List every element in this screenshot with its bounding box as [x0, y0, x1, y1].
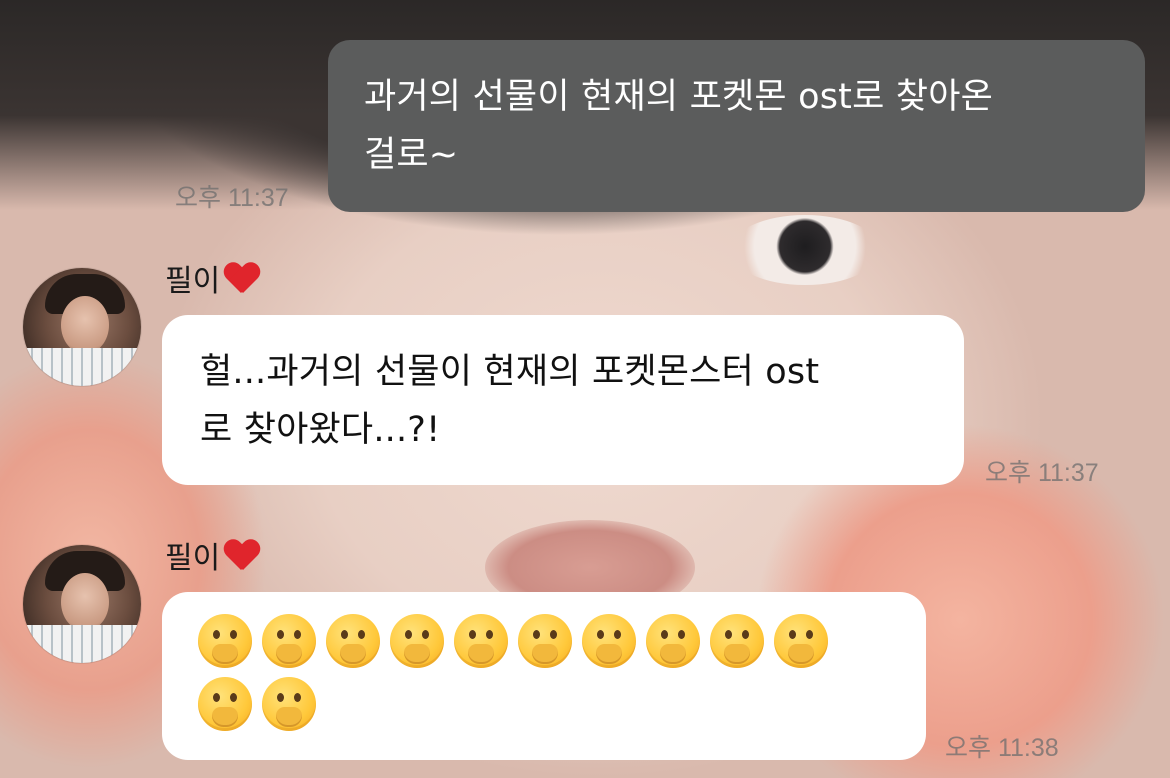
my-message-bubble[interactable]: 과거의 선물이 현재의 포켓몬 ost로 찾아온 걸로~ [328, 40, 1145, 212]
received-emoji-message-bubble[interactable] [162, 592, 926, 760]
message-timestamp: 오후 11:37 [175, 184, 289, 212]
face-with-hand-over-mouth-icon [262, 677, 316, 731]
message-line: 걸로~ [364, 135, 459, 175]
emoji-row [198, 614, 890, 731]
face-with-hand-over-mouth-icon [198, 677, 252, 731]
sender-name: 필이 [165, 256, 260, 300]
face-with-hand-over-mouth-icon [646, 614, 700, 668]
sender-name-label: 필이 [165, 264, 221, 299]
message-line: 로 찾아왔다...?! [200, 410, 441, 450]
red-heart-icon [224, 538, 260, 574]
message-line: 헐...과거의 선물이 현재의 포켓몬스터 ost [200, 352, 820, 392]
sender-name-label: 필이 [165, 541, 221, 576]
face-with-hand-over-mouth-icon [774, 614, 828, 668]
face-with-hand-over-mouth-icon [390, 614, 444, 668]
face-with-hand-over-mouth-icon [262, 614, 316, 668]
received-message-bubble[interactable]: 헐...과거의 선물이 현재의 포켓몬스터 ost 로 찾아왔다...?! [162, 315, 964, 485]
message-line: 과거의 선물이 현재의 포켓몬 ost로 찾아온 [364, 77, 994, 117]
background-photo-eye [730, 215, 880, 285]
face-with-hand-over-mouth-icon [454, 614, 508, 668]
sender-avatar[interactable] [23, 545, 141, 663]
red-heart-icon [224, 261, 260, 297]
face-with-hand-over-mouth-icon [198, 614, 252, 668]
face-with-hand-over-mouth-icon [710, 614, 764, 668]
face-with-hand-over-mouth-icon [582, 614, 636, 668]
message-timestamp: 오후 11:38 [945, 734, 1059, 762]
sender-name: 필이 [165, 533, 260, 577]
face-with-hand-over-mouth-icon [518, 614, 572, 668]
message-timestamp: 오후 11:37 [985, 459, 1099, 487]
sender-avatar[interactable] [23, 268, 141, 386]
face-with-hand-over-mouth-icon [326, 614, 380, 668]
